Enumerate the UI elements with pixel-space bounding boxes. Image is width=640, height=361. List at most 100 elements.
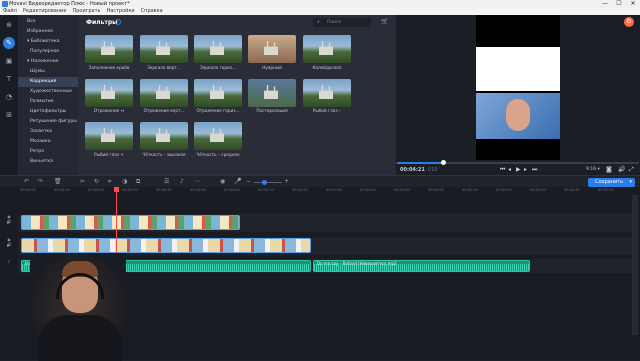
search-input[interactable]: ⌕ Поиск (313, 18, 371, 27)
panel-title: Фильтры (86, 19, 118, 26)
filter-thumbnail[interactable] (303, 79, 351, 107)
filter-thumbnail[interactable] (140, 122, 188, 150)
category-item[interactable]: Все (18, 17, 78, 27)
audio-track-controls[interactable]: ♪ (0, 259, 18, 264)
track-2-controls[interactable]: ◉ 🔊 (0, 237, 18, 247)
preview-video[interactable] (476, 15, 560, 160)
category-item[interactable]: Популярное (18, 47, 78, 57)
timeline-scrollbar[interactable] (632, 195, 638, 335)
redo-icon[interactable]: ↷ (38, 178, 43, 185)
crop-icon[interactable]: ⌗ (108, 178, 111, 186)
category-item[interactable]: Мозаика (18, 137, 78, 147)
volume-icon[interactable]: 🔊 (618, 166, 625, 173)
next-frame-icon[interactable]: ⏭ (532, 166, 537, 174)
rotate-icon[interactable]: ↻ (94, 178, 99, 185)
zoom-handle[interactable] (262, 180, 267, 185)
filter-label: Рыбий глаз + (94, 152, 124, 157)
zoom-out-icon[interactable]: − (246, 178, 251, 185)
video-clip[interactable] (21, 215, 240, 230)
scrubber-progress (397, 162, 443, 164)
help-icon[interactable]: ? (115, 19, 121, 25)
tool-sidebar: ⊕ ✎ ▣ T ◔ ⊞ (0, 15, 18, 175)
timeline-ruler[interactable]: 00:00:00 00:00:10 00:00:20 00:00:30 00:0… (18, 187, 632, 195)
filter-thumbnail[interactable] (303, 35, 351, 63)
close-button[interactable]: ✕ (626, 0, 640, 8)
filter-label: Отражение гориз... (196, 108, 240, 113)
category-item[interactable]: Шумы (18, 67, 78, 77)
category-item[interactable]: ▾ Библиотека (18, 37, 78, 47)
more-icon[interactable]: ⊞ (3, 109, 15, 121)
filter-thumbnail[interactable] (140, 79, 188, 107)
playhead-handle[interactable] (114, 187, 119, 192)
filter-thumbnail[interactable] (194, 35, 242, 63)
menu-settings[interactable]: Настройки (106, 8, 134, 15)
search-icon: ⌕ (317, 19, 320, 25)
aspect-ratio-select[interactable]: 9:16 ▾ (586, 167, 600, 172)
track-1-controls[interactable]: ◉ 🔊 (0, 214, 18, 224)
filter-label: Постеризация (256, 108, 288, 113)
filter-thumbnail[interactable] (194, 122, 242, 150)
maximize-button[interactable]: ☐ (612, 0, 626, 8)
title-bar: Movavi Видеоредактор Плюс - Новый проект… (0, 0, 640, 8)
filters-icon[interactable]: ✎ (3, 37, 15, 49)
filter-thumbnail[interactable] (194, 79, 242, 107)
filter-thumbnail[interactable] (85, 79, 133, 107)
audio-icon[interactable]: ♪ (180, 178, 184, 185)
filter-label: Отражение верт... (143, 108, 185, 113)
snapshot-icon[interactable]: ◙ (606, 166, 612, 173)
category-item[interactable]: Виньетка (18, 157, 78, 167)
filter-thumbnail[interactable] (85, 122, 133, 150)
undo-icon[interactable]: ↶ (24, 178, 29, 185)
category-item[interactable]: Размытие (18, 97, 78, 107)
zoom-in-icon[interactable]: + (284, 178, 289, 185)
minimize-button[interactable]: — (598, 0, 612, 8)
play-icon[interactable]: ▶ (516, 166, 521, 173)
microphone-icon[interactable]: 🎤 (234, 178, 241, 185)
filter-thumbnail[interactable] (140, 35, 188, 63)
category-item[interactable]: ▾ Наложение (18, 57, 78, 67)
step-back-icon[interactable]: ◂ (508, 166, 511, 173)
preview-scrubber[interactable] (397, 160, 639, 165)
import-icon[interactable]: ⊕ (3, 19, 15, 31)
filter-thumbnail[interactable] (85, 35, 133, 63)
menu-edit[interactable]: Редактирование (23, 8, 67, 15)
settings-icon[interactable]: ⚙ (624, 17, 634, 27)
step-forward-icon[interactable]: ▸ (524, 166, 527, 173)
search-placeholder: Поиск (327, 20, 342, 25)
filter-label: Нуарный (262, 65, 282, 70)
person-body (38, 315, 122, 361)
zoom-slider[interactable] (254, 180, 282, 185)
filter-thumbnail[interactable] (248, 35, 296, 63)
cart-icon[interactable]: 🛒 (381, 18, 388, 25)
filter-label: Чёткость – высокое (142, 152, 186, 157)
properties-icon[interactable]: ☰ (164, 178, 169, 185)
stickers-icon[interactable]: ◔ (3, 91, 15, 103)
category-item[interactable]: Ретро (18, 147, 78, 157)
audio-clip[interactable]: Do me say – Bollard (Невероятно).mp3 (313, 260, 530, 272)
more-tools-icon[interactable]: ⋯ (194, 178, 200, 185)
record-icon[interactable]: ◉ (220, 178, 225, 185)
cut-icon[interactable]: ✂ (80, 178, 85, 185)
menu-play[interactable]: Проиграть (72, 8, 100, 15)
category-item[interactable]: Избранное (18, 27, 78, 37)
menu-file[interactable]: Файл (3, 8, 17, 15)
category-item[interactable]: Художественные (18, 87, 78, 97)
scrubber-handle[interactable] (440, 160, 446, 165)
filters-panel: Фильтры ? ⌕ Поиск 🛒 Заполнение краёв Зер… (78, 15, 396, 175)
video-clip[interactable] (21, 238, 311, 253)
delete-icon[interactable]: 🗑 (54, 178, 62, 185)
category-item[interactable]: Ретушение фигуры (18, 117, 78, 127)
window-title: Movavi Видеоредактор Плюс - Новый проект… (9, 1, 130, 7)
prev-frame-icon[interactable]: ⏮ (500, 166, 505, 174)
titles-icon[interactable]: T (3, 73, 15, 85)
transitions-icon[interactable]: ▣ (3, 55, 15, 67)
category-item[interactable]: Цветофильтры (18, 107, 78, 117)
category-item[interactable]: Засветка (18, 127, 78, 137)
category-item-selected[interactable]: Коррекция (18, 77, 78, 87)
fullscreen-icon[interactable]: ⤢ (629, 166, 634, 174)
filter-thumbnail[interactable] (248, 79, 296, 107)
transitions-tb-icon[interactable]: ⧉ (136, 178, 140, 186)
color-adjust-icon[interactable]: ◑ (122, 178, 127, 185)
save-button[interactable]: Сохранить ▾ (588, 178, 635, 187)
menu-help[interactable]: Справка (141, 8, 163, 15)
